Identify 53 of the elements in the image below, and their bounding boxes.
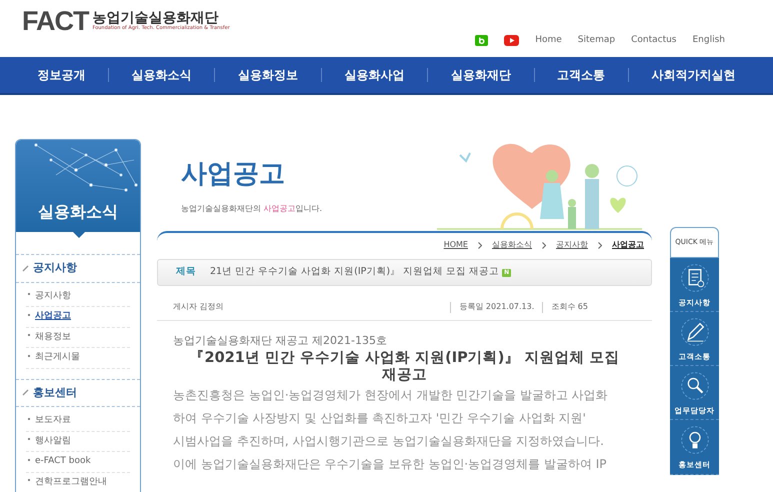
breadcrumb-link[interactable]: 사업공고 [612,239,644,251]
utility-link[interactable]: English [692,34,725,48]
body-text: 이에 농업기술실용화재단은 우수기술을 보유한 농업인·농업경영체를 발굴하여 IP [173,456,606,474]
subject-label: 제목 [175,265,197,280]
sidebar-link[interactable]: 사업공고 [26,307,130,328]
breadcrumb-link[interactable]: 실용화소식 [492,239,532,251]
page-title: 사업공고 [181,161,286,187]
utility-link[interactable]: Contactus [631,34,676,48]
page-subtitle: 농업기술실용화재단의 사업공고입니다. [181,203,322,215]
sidebar-link[interactable]: 채용정보 [26,328,130,348]
sidebar-link[interactable]: 최근게시물 [26,348,130,368]
date-text: 등록일 2021.07.13. [459,301,534,313]
sidebar-link[interactable]: 견학프로그램안내 [26,472,130,492]
chevron-right-icon [478,242,482,248]
blog-icon[interactable] [475,35,488,46]
breadcrumb-link[interactable]: HOME [444,239,468,251]
sidebar-link[interactable]: 공지사항 [26,286,130,307]
logo-text[interactable]: FACT [22,8,88,35]
post-heading: 『2021년 민간 우수기술 사업화 지원(IP기획)』 지원업체 모집 재공고 [188,350,620,384]
sidebar-title: 실용화소식 [37,201,119,223]
sidebar-section-header[interactable]: 공지사항 [16,254,140,282]
body-text: 하여 우수기술 사장방지 및 산업화를 촉진하고자 '민간 우수기술 사업화 지원' [173,410,586,428]
document-icon [680,262,710,292]
chevron-right-icon [598,242,602,248]
body-text: 농촌진흥청은 농업인·농업경영체가 현장에서 개발한 민간기술을 발굴하고 사업화 [173,387,608,404]
sidebar-link[interactable]: 행사알림 [26,432,130,452]
video-play-icon[interactable] [504,35,520,46]
nav-menu-item[interactable]: 정보공개 [33,66,90,84]
nav-menu-item[interactable]: 고객소통 [553,66,610,84]
organization-name: 농업기술실용화재단 [92,10,218,25]
sidebar-link[interactable]: e-FACT book [26,452,130,472]
subject-text: 21년 민간 우수기술 사업화 지원(IP기획)』 지원업체 모집 재공고 [210,265,500,280]
breadcrumb-link[interactable]: 공지사항 [556,239,588,251]
nav-menu-item[interactable]: 실용화소식 [128,66,196,84]
nav-menu-item[interactable]: 실용화사업 [340,66,408,84]
nav-menu-item[interactable]: 사회적가치실현 [648,66,740,84]
views-text: 조회수 65 [551,301,588,313]
chevron-right-icon [542,242,546,248]
lightbulb-icon [680,425,710,456]
pencil-icon [680,316,710,347]
sidebar-section-header[interactable]: 홍보센터 [16,378,140,407]
pointer-icon [73,232,85,238]
nav-menu-item[interactable]: 실용화정보 [234,66,302,84]
nav-menu-item[interactable]: 실용화재단 [446,66,515,84]
author-text: 게시자 김정의 [173,301,224,313]
search-icon [680,371,710,401]
notice-number: 농업기술실용화재단 재공고 제2021-135호 [173,333,388,349]
utility-link[interactable]: Sitemap [578,34,616,48]
utility-link[interactable]: Home [535,34,562,48]
body-text: 시범사업을 추진하며, 사업시행기관으로 농업기술실용화재단을 지정하였습니다. [173,433,604,450]
link-icon [22,264,29,272]
sidebar-link[interactable]: 보도자료 [26,411,130,432]
link-icon [22,389,29,396]
